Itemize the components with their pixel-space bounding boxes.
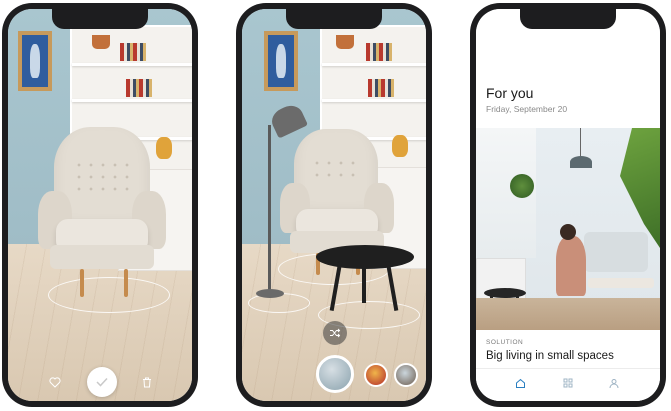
wall-picture xyxy=(18,31,52,91)
tab-browse[interactable] xyxy=(560,375,576,391)
for-you-feed: For you Friday, September 20 SOLUTION Bi… xyxy=(476,9,660,401)
check-icon xyxy=(96,377,108,387)
card-heading[interactable]: Big living in small spaces xyxy=(486,350,614,362)
bottom-tab-bar xyxy=(476,368,660,401)
ar-room-scene xyxy=(8,9,192,401)
ar-view-screen xyxy=(8,9,192,401)
page-title: For you xyxy=(486,85,534,101)
solution-card-image[interactable] xyxy=(476,128,660,330)
wall-picture xyxy=(264,31,298,91)
phone-frame-3: For you Friday, September 20 SOLUTION Bi… xyxy=(470,3,666,407)
feed-date: Friday, September 20 xyxy=(486,104,568,114)
product-swatch-2[interactable] xyxy=(364,363,388,387)
heart-icon xyxy=(49,376,61,388)
wingback-chair xyxy=(28,121,178,306)
card-category-label: SOLUTION xyxy=(486,339,524,346)
shuffle-button[interactable] xyxy=(323,321,347,345)
shuffle-icon xyxy=(330,328,341,338)
phone-notch xyxy=(520,9,616,29)
feed-screen: For you Friday, September 20 SOLUTION Bi… xyxy=(476,9,660,401)
grid-icon xyxy=(563,378,573,388)
delete-button[interactable] xyxy=(138,373,156,391)
confirm-placement-button[interactable] xyxy=(87,367,117,397)
phone-notch xyxy=(286,9,382,29)
product-swatch-3[interactable] xyxy=(394,363,418,387)
home-icon xyxy=(515,378,525,388)
trash-icon xyxy=(143,377,151,387)
tab-profile[interactable] xyxy=(606,375,622,391)
profile-icon xyxy=(609,378,619,388)
ar-view-screen-2 xyxy=(242,9,426,401)
phone-frame-2 xyxy=(236,3,432,407)
favorite-button[interactable] xyxy=(46,373,64,391)
phone-frame-1 xyxy=(2,3,198,407)
tab-home[interactable] xyxy=(512,375,528,391)
phone-notch xyxy=(52,9,148,29)
product-swatch-selected[interactable] xyxy=(316,355,354,393)
